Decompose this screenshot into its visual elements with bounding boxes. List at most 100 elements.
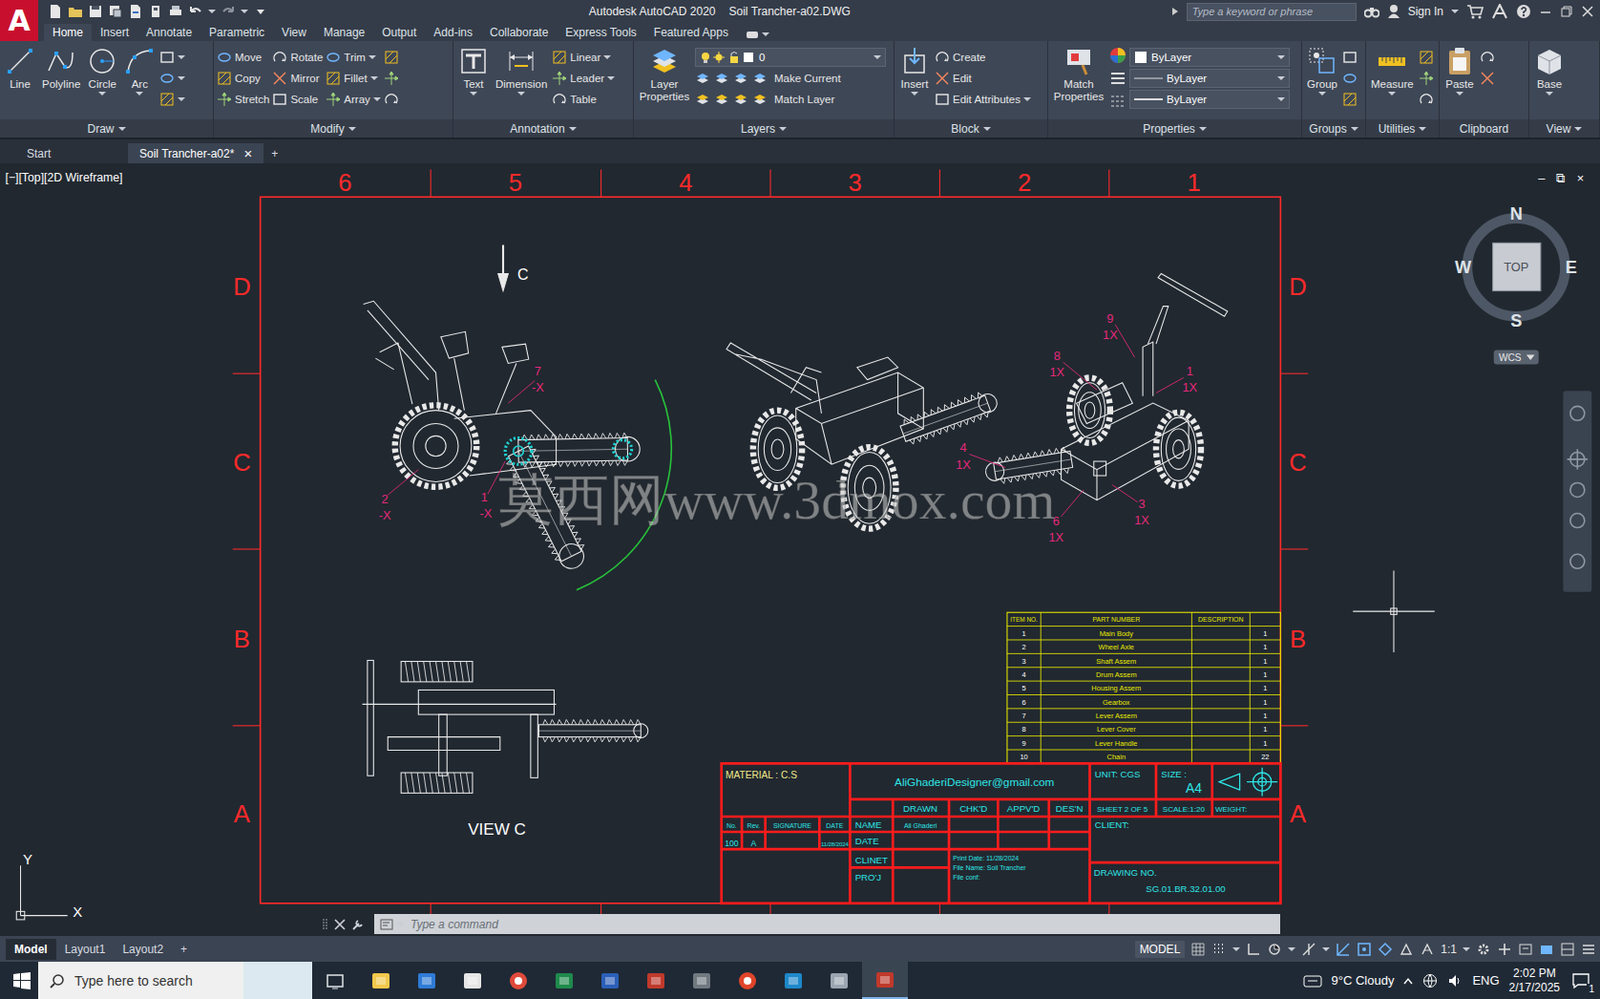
icon-button[interactable] (1418, 46, 1434, 68)
clock[interactable]: 2:02 PM2/17/2025 (1509, 966, 1560, 995)
layer-action[interactable]: Make Current (694, 67, 886, 89)
panel-title[interactable]: Draw (0, 119, 213, 138)
ribbon-small-button[interactable]: Edit (934, 67, 1032, 89)
status-toggle-icon[interactable] (1190, 941, 1206, 957)
quick-access-icon[interactable] (168, 3, 184, 20)
sign-in-button[interactable]: Sign In (1408, 4, 1444, 19)
quick-access-icon[interactable] (47, 3, 64, 20)
status-toggle-icon[interactable] (1398, 941, 1414, 957)
ribbon-button[interactable]: Insert (897, 43, 932, 120)
icon-button[interactable] (1418, 88, 1434, 110)
view-cube[interactable]: TOPNSWEWCS (1454, 204, 1578, 365)
panel-title[interactable]: View (1529, 119, 1600, 138)
ribbon-button[interactable]: Circle (84, 43, 120, 120)
taskbar-app[interactable] (403, 961, 450, 999)
icon-button[interactable] (1479, 46, 1495, 68)
ribbon-button[interactable]: Dimension (493, 43, 549, 120)
quick-access-icon[interactable] (252, 3, 269, 20)
viewport-window-button[interactable]: – (1537, 170, 1546, 186)
layer-action[interactable]: Match Layer (694, 88, 886, 110)
quick-access-icon[interactable] (127, 3, 144, 20)
ribbon-tab[interactable]: Collaborate (481, 23, 557, 42)
close-tab-button[interactable]: × (243, 145, 253, 162)
layout-tab[interactable]: Model (5, 938, 57, 960)
icon-button[interactable] (1479, 67, 1495, 89)
command-input[interactable] (408, 916, 1275, 932)
status-toggle-icon[interactable] (1266, 941, 1283, 957)
ribbon-small-button[interactable]: Rotate (272, 46, 323, 68)
taskbar-app[interactable] (678, 961, 725, 999)
panel-title[interactable]: Utilities (1366, 119, 1439, 138)
icon-button[interactable] (1342, 46, 1358, 68)
file-tab[interactable]: Start (15, 143, 128, 164)
taskbar-app[interactable] (357, 961, 404, 999)
ribbon-small-button[interactable]: Scale (272, 88, 323, 110)
status-tool-icon[interactable] (1559, 941, 1576, 957)
ribbon-small-button[interactable]: Fillet (325, 67, 380, 89)
ribbon-button[interactable]: Layer Properties (636, 43, 693, 120)
property-dropdown[interactable]: ByLayer (1129, 89, 1290, 109)
new-tab-button[interactable]: + (263, 143, 286, 164)
panel-title[interactable]: Modify (213, 119, 453, 138)
windows-start-icon[interactable] (13, 971, 31, 990)
ribbon-small-button[interactable]: Edit Attributes (934, 88, 1032, 110)
ribbon-button[interactable]: Polyline (40, 43, 83, 120)
icon-button[interactable] (383, 46, 400, 68)
ribbon-tab[interactable]: Home (43, 23, 92, 42)
status-tool-icon[interactable] (1538, 941, 1555, 957)
status-toggle-icon[interactable] (1301, 941, 1317, 957)
panel-title[interactable]: Clipboard (1439, 119, 1529, 138)
status-tool-icon[interactable] (1475, 941, 1492, 957)
layout-tab[interactable]: Layout1 (56, 938, 115, 960)
machine-drawing[interactable] (362, 273, 1228, 793)
ribbon-small-button[interactable]: Move (216, 46, 270, 68)
icon-button[interactable] (159, 46, 186, 68)
icon-button[interactable] (383, 88, 400, 110)
ribbon-tab[interactable]: Annotate (137, 23, 201, 42)
layer-dropdown[interactable]: 0 (694, 47, 886, 67)
ribbon-small-button[interactable]: Stretch (216, 88, 270, 110)
ribbon-button[interactable]: Measure (1368, 43, 1416, 120)
panel-title[interactable]: Block (894, 119, 1048, 138)
taskbar-app[interactable] (862, 961, 908, 999)
ribbon-tab[interactable]: Parametric (200, 23, 274, 42)
status-toggle-icon[interactable] (1356, 941, 1372, 957)
quick-access-icon[interactable] (220, 3, 236, 20)
ribbon-small-button[interactable]: Linear (551, 46, 615, 68)
property-dropdown[interactable]: ByLayer (1129, 47, 1290, 67)
ribbon-tab[interactable]: Add-ins (424, 23, 482, 42)
taskbar-app[interactable] (312, 961, 358, 999)
ribbon-button[interactable]: Text (456, 43, 491, 120)
status-toggle-icon[interactable] (1377, 941, 1393, 957)
ribbon-button[interactable]: Base (1532, 43, 1567, 120)
icon-button[interactable] (1418, 67, 1434, 89)
taskbar-app[interactable] (632, 961, 679, 999)
navigation-bar[interactable] (1562, 390, 1592, 592)
close-icon[interactable] (334, 918, 346, 930)
input-language[interactable]: ENG (1472, 972, 1499, 988)
icon-button[interactable] (159, 67, 186, 89)
taskbar-app[interactable] (770, 961, 817, 999)
ribbon-small-button[interactable]: Leader (551, 67, 615, 89)
ribbon-button[interactable]: Line (2, 43, 38, 120)
ribbon-button[interactable]: Group (1305, 43, 1340, 120)
icon-button[interactable] (1342, 67, 1358, 89)
status-toggle-icon[interactable] (1335, 941, 1351, 957)
taskbar-app[interactable] (724, 961, 771, 999)
ribbon-tab[interactable]: Output (373, 23, 425, 42)
taskbar-app[interactable] (541, 961, 588, 999)
quick-access-icon[interactable] (188, 3, 204, 20)
taskbar-app[interactable] (816, 961, 863, 999)
status-tool-icon[interactable] (1496, 941, 1513, 957)
taskbar-app[interactable] (449, 961, 496, 999)
panel-title[interactable]: Annotation (453, 119, 633, 138)
notification-center[interactable]: 1 (1569, 969, 1593, 991)
layout-tab[interactable]: Layout2 (113, 938, 172, 960)
status-toggle-icon[interactable] (1419, 941, 1435, 957)
icon-button[interactable] (383, 67, 400, 89)
status-tool-icon[interactable] (1580, 941, 1597, 957)
property-dropdown[interactable]: ByLayer (1129, 68, 1290, 88)
model-space-toggle[interactable]: MODEL (1135, 940, 1186, 958)
status-toggle-icon[interactable] (1211, 941, 1227, 957)
ribbon-small-button[interactable]: Copy (216, 67, 270, 89)
